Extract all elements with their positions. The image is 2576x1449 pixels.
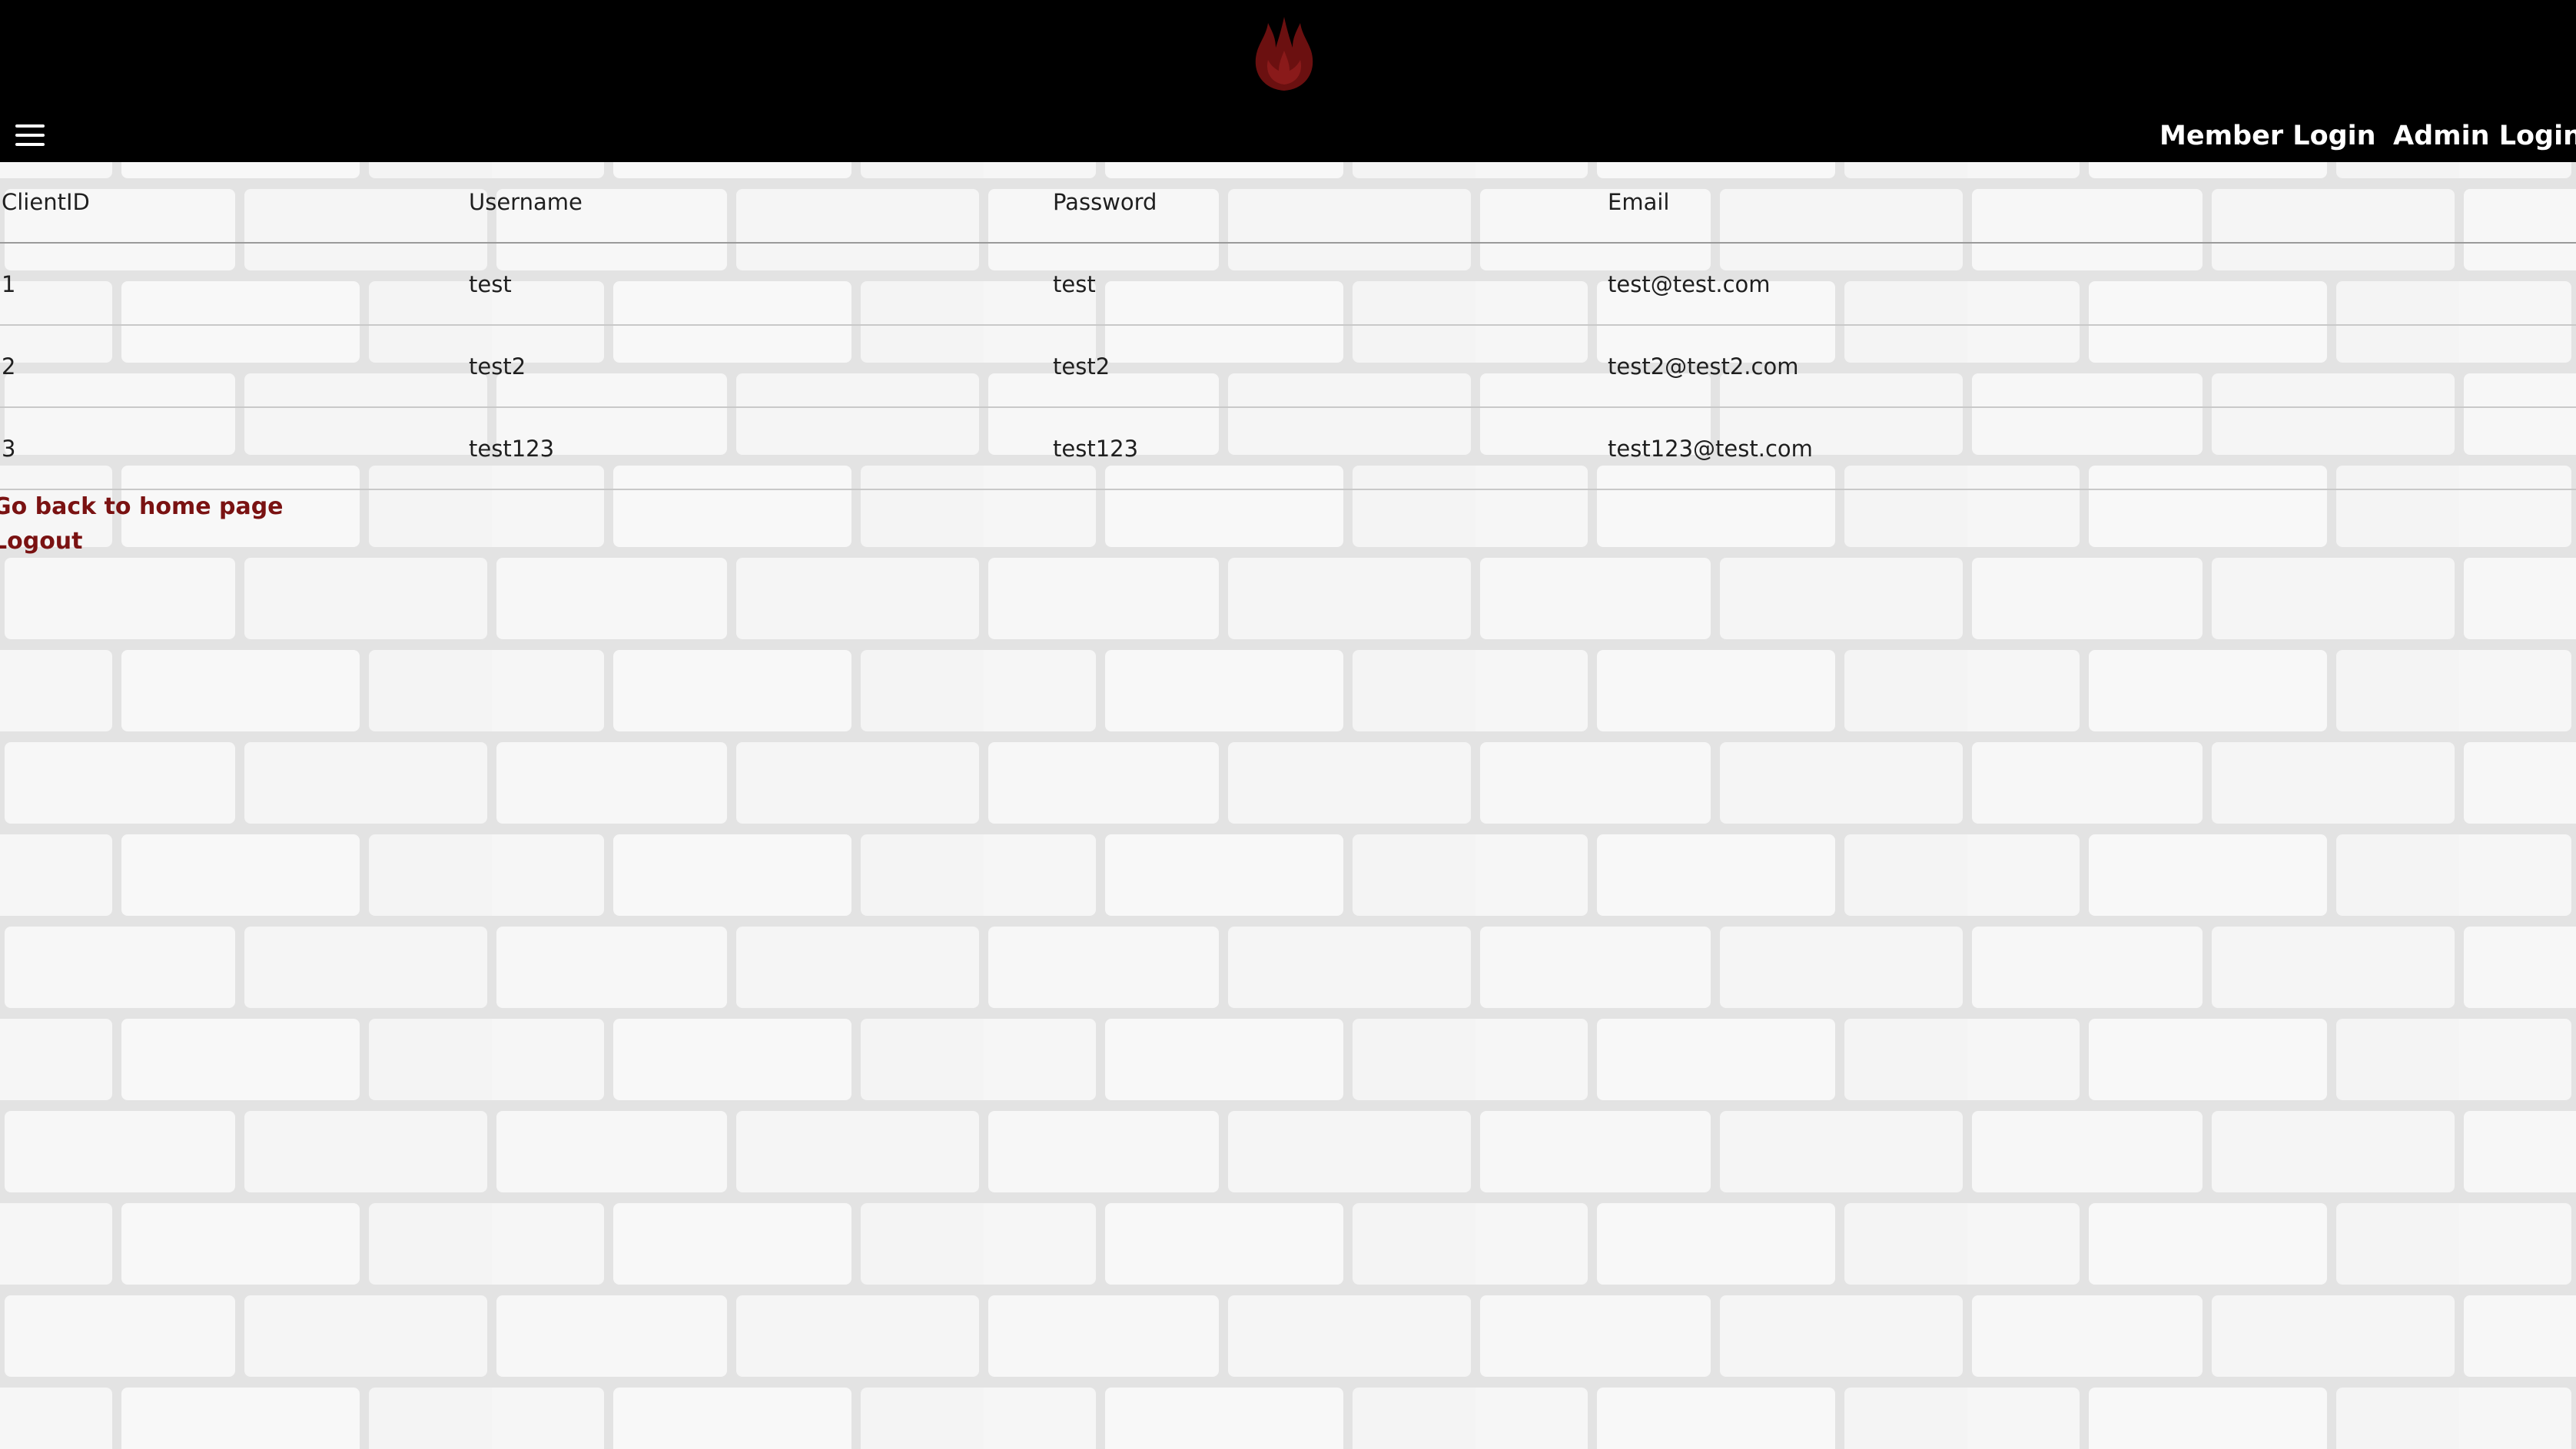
- column-header-email: Email: [1606, 162, 2576, 244]
- table-header-row: ClientID Username Password Email: [0, 162, 2576, 244]
- table-row: 2 test2 test2 test2@test2.com: [0, 325, 2576, 408]
- page-links: Go back to home page Logout: [0, 489, 284, 559]
- cell-email: test@test.com: [1606, 243, 2576, 326]
- column-header-username: Username: [467, 162, 1051, 244]
- member-login-link[interactable]: Member Login: [2159, 115, 2376, 157]
- logout-link[interactable]: Logout: [0, 524, 284, 559]
- cell-clientid: 2: [0, 325, 467, 408]
- top-navigation-bar: Member Login Admin Login: [0, 0, 2576, 162]
- cell-username: test: [467, 243, 1051, 326]
- cell-password: test2: [1051, 325, 1606, 408]
- table-row: 3 test123 test123 test123@test.com: [0, 407, 2576, 490]
- cell-username: test2: [467, 325, 1051, 408]
- cell-username: test123: [467, 407, 1051, 490]
- cell-email: test123@test.com: [1606, 407, 2576, 490]
- column-header-password: Password: [1051, 162, 1606, 244]
- clients-table: ClientID Username Password Email 1 test …: [0, 162, 2576, 490]
- table-row: 1 test test test@test.com: [0, 243, 2576, 326]
- hamburger-menu-icon[interactable]: [15, 121, 46, 149]
- flame-icon[interactable]: [1250, 15, 1319, 92]
- cell-password: test123: [1051, 407, 1606, 490]
- cell-email: test2@test2.com: [1606, 325, 2576, 408]
- cell-password: test: [1051, 243, 1606, 326]
- column-header-clientid: ClientID: [0, 162, 467, 244]
- admin-login-link[interactable]: Admin Login: [2393, 115, 2576, 157]
- go-back-home-link[interactable]: Go back to home page: [0, 489, 284, 524]
- cell-clientid: 1: [0, 243, 467, 326]
- cell-clientid: 3: [0, 407, 467, 490]
